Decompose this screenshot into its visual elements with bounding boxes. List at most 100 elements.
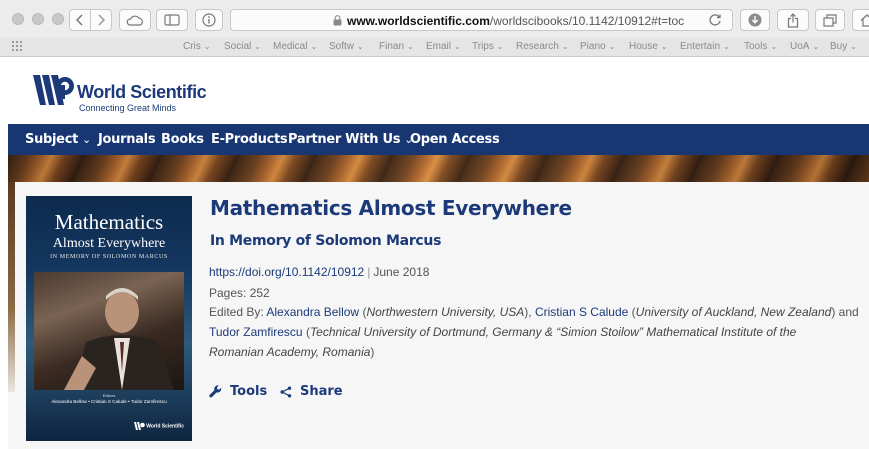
nav-label: Open Access [410, 132, 500, 147]
editors-line-2: Tudor Zamfirescu (Technical University o… [209, 325, 797, 339]
forward-button[interactable] [90, 9, 112, 31]
favorite-label: Entertain [680, 41, 721, 52]
info-icon [202, 13, 216, 27]
zoom-window-button[interactable] [52, 13, 64, 25]
share-label: Share [300, 384, 343, 399]
nav-e-products[interactable]: E-Products [211, 132, 288, 147]
favorite-house[interactable]: House ⌄ [629, 41, 668, 52]
share-button[interactable]: Share [280, 384, 343, 399]
logo-mark-icon [33, 75, 74, 105]
browser-toolbar: www.worldscientific.com/worldscibooks/10… [0, 0, 869, 38]
nav-partner-with-us[interactable]: Partner With Us ⌄ [288, 132, 413, 147]
chevron-down-icon: ⌄ [770, 42, 778, 51]
chevron-right-icon [98, 14, 105, 26]
close-window-button[interactable] [12, 13, 24, 25]
editors-line-1: Edited By: Alexandra Bellow (Northwester… [209, 305, 859, 319]
tools-label: Tools [230, 384, 268, 399]
favorite-email[interactable]: Email ⌄ [426, 41, 461, 52]
nav-books[interactable]: Books [161, 132, 204, 147]
cover-title-line2: Almost Everywhere [52, 236, 166, 251]
favorite-tools[interactable]: Tools ⌄ [744, 41, 777, 52]
favorite-label: Email [426, 41, 452, 52]
favorite-label: Softw [329, 41, 355, 52]
reload-icon[interactable] [708, 13, 722, 27]
nav-label: Subject [25, 132, 79, 147]
site-header: World Scientific Connecting Great Minds [0, 57, 869, 124]
favorite-trips[interactable]: Trips ⌄ [472, 41, 504, 52]
home-button[interactable] [852, 9, 869, 31]
favorite-entertain[interactable]: Entertain ⌄ [680, 41, 730, 52]
banner-edge-decoration [8, 182, 15, 392]
chevron-down-icon: ⌄ [660, 42, 668, 51]
cloud-icon [126, 15, 143, 26]
favorite-medical[interactable]: Medical ⌄ [273, 41, 317, 52]
chevron-down-icon: ⌄ [454, 42, 461, 51]
editor-affiliation: Technical University of Dortmund, German… [309, 325, 797, 339]
icloud-tabs-button[interactable] [119, 9, 151, 31]
sidebar-icon [164, 14, 180, 26]
url-domain: www.worldscientific.com [347, 14, 490, 28]
favorite-piano[interactable]: Piano ⌄ [580, 41, 615, 52]
chevron-down-icon: ⌄ [203, 42, 211, 51]
editors-line-3: Romanian Academy, Romania) [209, 345, 375, 359]
favorite-label: Tools [744, 41, 768, 52]
chevron-down-icon: ⌄ [608, 42, 616, 51]
share-icon [280, 386, 292, 397]
downloads-button[interactable] [740, 9, 770, 31]
favorite-research[interactable]: Research ⌄ [516, 41, 569, 52]
nav-label: Partner With Us [288, 132, 401, 147]
favorite-finan[interactable]: Finan ⌄ [379, 41, 414, 52]
world-scientific-logo[interactable]: World Scientific Connecting Great Minds [31, 72, 207, 113]
favorite-uoa[interactable]: UoA ⌄ [790, 41, 819, 52]
page-count: Pages: 252 [209, 286, 270, 300]
favorite-label: Piano [580, 41, 606, 52]
cover-editors: Alexandra Bellow • Cristian S Calude • T… [51, 399, 167, 404]
editor-link-bellow[interactable]: Alexandra Bellow [266, 305, 359, 319]
chevron-down-icon: ⌄ [254, 42, 261, 51]
favorite-label: House [629, 41, 658, 52]
book-cover-image[interactable]: Mathematics Almost Everywhere In Memory … [26, 196, 192, 441]
favorite-label: Research [516, 41, 559, 52]
cover-subtitle: In Memory of Solomon Marcus [50, 254, 168, 260]
edited-by-label: Edited By: [209, 305, 264, 319]
cover-title-line1: Mathematics [54, 210, 164, 234]
book-title: Mathematics Almost Everywhere [210, 196, 572, 220]
tools-button[interactable]: Tools [209, 384, 267, 399]
editor-link-calude[interactable]: Cristian S Calude [535, 305, 628, 319]
decorative-banner [8, 155, 869, 182]
chevron-down-icon: ⌄ [812, 42, 820, 51]
favorite-label: Cris [183, 41, 201, 52]
logo-mark-icon [133, 422, 145, 430]
share-sheet-button[interactable] [777, 9, 809, 31]
download-icon [748, 13, 762, 27]
editor-link-zamfirescu[interactable]: Tudor Zamfirescu [209, 325, 303, 339]
cover-portrait-photo [34, 272, 184, 390]
chevron-down-icon: ⌄ [723, 42, 730, 51]
book-subtitle: In Memory of Solomon Marcus [210, 233, 442, 249]
reader-info-button[interactable] [195, 9, 223, 31]
favorite-buy[interactable]: Buy ⌄ [830, 41, 857, 52]
address-bar[interactable]: www.worldscientific.com/worldscibooks/10… [230, 9, 733, 31]
back-button[interactable] [69, 9, 91, 31]
separator: | [367, 265, 371, 279]
nav-open-access[interactable]: Open Access [410, 132, 500, 147]
favorite-cris[interactable]: Cris ⌄ [183, 41, 210, 52]
chevron-down-icon: ⌄ [850, 42, 857, 51]
nav-label: E-Products [211, 132, 288, 147]
nav-journals[interactable]: Journals [98, 132, 156, 147]
wrench-icon [209, 385, 222, 398]
favorite-label: Buy [830, 41, 848, 52]
url-text: www.worldscientific.com/worldscibooks/10… [347, 14, 684, 28]
tabs-icon [823, 13, 837, 27]
nav-subject[interactable]: Subject ⌄ [25, 132, 91, 147]
tab-overview-button[interactable] [815, 9, 845, 31]
favorite-label: Finan [379, 41, 405, 52]
portrait-illustration [64, 288, 174, 390]
sidebar-button[interactable] [156, 9, 188, 31]
favorite-softw[interactable]: Softw ⌄ [329, 41, 364, 52]
minimize-window-button[interactable] [32, 13, 44, 25]
logo-tagline: Connecting Great Minds [79, 103, 177, 113]
doi-link[interactable]: https://doi.org/10.1142/10912 [209, 265, 364, 279]
grid-icon[interactable] [12, 41, 25, 52]
favorite-social[interactable]: Social ⌄ [224, 41, 261, 52]
